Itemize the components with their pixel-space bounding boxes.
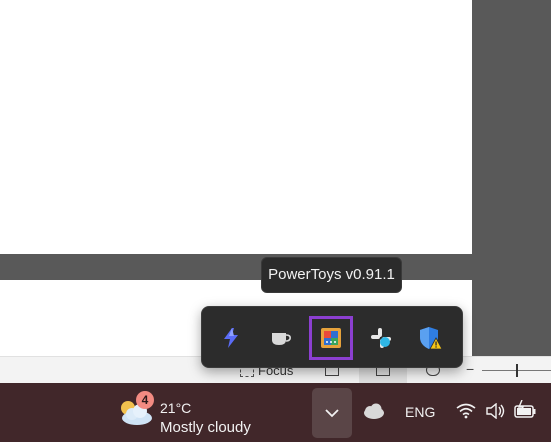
windows-security-warning-icon [420,327,443,350]
wifi-icon[interactable] [456,403,476,419]
powertoys-icon [321,328,341,348]
onedrive-cloud-icon[interactable] [361,402,385,420]
power-automate-icon [224,328,238,348]
taskbar: 4 21°C Mostly cloudy ENG [0,383,551,442]
document-page[interactable] [0,0,472,254]
chevron-down-icon [325,408,339,417]
tray-overflow-popup [201,306,463,368]
tray-item-windows-security[interactable] [409,316,453,360]
show-hidden-icons-button[interactable] [312,388,352,438]
zoom-out-button[interactable]: − [466,361,474,377]
weather-widget[interactable]: 4 21°C Mostly cloudy [118,389,268,437]
tray-item-awake[interactable] [259,316,303,360]
weather-condition: Mostly cloudy [160,419,251,436]
powertoys-tooltip: PowerToys v0.91.1 [261,257,402,293]
tray-item-power-automate[interactable] [209,316,253,360]
zoom-slider-handle[interactable] [516,364,518,377]
volume-icon[interactable] [485,403,505,419]
tray-item-powertoys[interactable] [309,316,353,360]
battery-charging-icon[interactable] [513,400,537,420]
language-indicator[interactable]: ENG [405,404,435,420]
tray-item-slack[interactable] [359,316,403,360]
weather-temperature: 21°C [160,400,192,416]
slack-icon [371,328,391,348]
awake-cup-icon [272,333,291,345]
weather-badge: 4 [136,391,154,409]
